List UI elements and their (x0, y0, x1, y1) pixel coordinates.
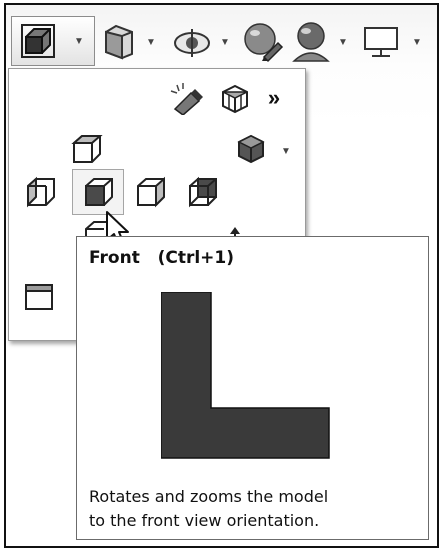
chevron-down-icon[interactable]: ▼ (281, 147, 291, 157)
display-style-button[interactable]: ▼ (100, 20, 160, 64)
chevron-down-icon[interactable]: ▼ (338, 38, 348, 48)
front-view-icon (85, 178, 113, 206)
edit-appearance-button[interactable] (240, 20, 286, 64)
chevron-down-icon[interactable]: ▼ (220, 38, 230, 48)
view-settings-button[interactable]: ▼ (360, 20, 426, 64)
chevron-down-icon[interactable]: ▼ (146, 38, 156, 48)
chevron-down-icon[interactable]: ▼ (412, 38, 422, 48)
isometric-view-button[interactable] (231, 129, 271, 169)
hide-show-items-icon (174, 29, 210, 57)
right-view-icon (137, 176, 165, 208)
single-view-icon (25, 284, 53, 310)
pin-flashlight-button[interactable] (167, 79, 207, 117)
display-style-icon (105, 24, 133, 60)
chevron-down-icon[interactable]: ▼ (74, 37, 84, 47)
more-views-button[interactable]: » (259, 81, 289, 115)
apply-scene-icon (292, 22, 330, 62)
tooltip-description-line: Rotates and zooms the model (89, 487, 329, 506)
front-view-button[interactable] (77, 171, 121, 213)
pin-flashlight-icon (170, 83, 203, 115)
isometric-view-icon (237, 134, 265, 164)
right-view-button[interactable] (129, 171, 173, 213)
back-view-icon (189, 176, 217, 208)
tooltip-description-line: to the front view orientation. (89, 511, 320, 530)
tooltip-title: Front (Ctrl+1) (89, 248, 234, 268)
top-view-button[interactable] (65, 129, 109, 169)
front-view-tooltip: Front (Ctrl+1) Rotates and zooms the mod… (76, 236, 429, 540)
left-view-icon (27, 176, 55, 208)
view-settings-icon (364, 27, 398, 57)
tooltip-description: Rotates and zooms the model to the front… (89, 485, 419, 533)
hide-show-items-button[interactable]: ▼ (170, 20, 234, 64)
edit-appearance-icon (244, 23, 284, 63)
top-view-icon (71, 135, 103, 163)
single-view-button[interactable] (19, 277, 59, 317)
left-view-button[interactable] (19, 171, 63, 213)
apply-scene-button[interactable]: ▼ (288, 20, 350, 64)
back-view-button[interactable] (181, 171, 225, 213)
front-view-preview-icon (161, 292, 330, 459)
view-orientation-icon (21, 24, 55, 58)
view-selector-button[interactable] (217, 79, 253, 117)
more-chevron-icon: » (267, 85, 281, 110)
view-orientation-button[interactable]: ▼ (11, 16, 95, 66)
view-selector-icon (222, 84, 248, 114)
